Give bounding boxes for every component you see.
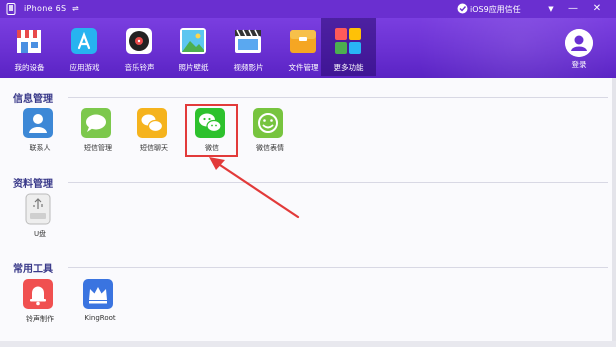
item-label: 短信管理	[84, 144, 112, 152]
sms-icon	[81, 108, 111, 138]
device-icon	[6, 3, 16, 15]
more-icon	[335, 28, 361, 54]
tab-music-ringtones[interactable]: 音乐铃声	[112, 18, 167, 76]
wechat-highlight-box	[185, 104, 238, 157]
tab-label: 应用游戏	[69, 63, 100, 72]
item-contacts[interactable]: 联系人	[12, 107, 68, 167]
section-title-data: 资料管理	[13, 179, 53, 190]
trust-icon	[457, 3, 468, 14]
photo-icon	[180, 28, 206, 54]
tab-apps-games[interactable]: 应用游戏	[57, 18, 112, 76]
item-sms-manage[interactable]: 短信管理	[70, 107, 126, 167]
contacts-icon	[23, 108, 53, 138]
tab-my-device[interactable]: 我的设备	[2, 18, 57, 76]
item-sms-chat[interactable]: 短信聊天	[126, 107, 182, 167]
folder-icon	[290, 30, 316, 53]
tab-videos[interactable]: 视频影片	[221, 18, 276, 76]
app-store-icon	[71, 28, 97, 54]
item-label: 联系人	[29, 144, 51, 152]
login-label: 登录	[571, 60, 587, 69]
main-toolbar: 我的设备 应用游戏 音乐铃声 照片壁纸 视频影片 文件管理 更多功能 登录	[0, 18, 616, 78]
usb-drive-icon	[25, 193, 51, 225]
wechat-emoji-icon	[253, 108, 283, 138]
section-title-tools: 常用工具	[13, 264, 53, 275]
usb-icon: ⇌	[72, 4, 79, 13]
tab-more-features[interactable]: 更多功能	[321, 18, 376, 76]
tab-label: 更多功能	[333, 63, 364, 72]
ringtone-icon	[23, 279, 53, 309]
item-label: U盘	[33, 230, 47, 238]
item-label: 铃声制作	[26, 315, 54, 323]
item-label: KingRoot	[84, 314, 116, 322]
tab-photos-wallpapers[interactable]: 照片壁纸	[166, 18, 221, 76]
item-label: 微信表情	[256, 144, 284, 152]
tab-label: 照片壁纸	[178, 63, 209, 72]
menu-button[interactable]: ▼	[544, 2, 558, 16]
chat-icon	[137, 108, 167, 138]
item-usb-drive[interactable]: U盘	[12, 193, 68, 253]
device-name: iPhone 6S	[24, 4, 67, 13]
section-title-info: 信息管理	[13, 94, 53, 105]
user-icon	[565, 29, 593, 57]
login-button[interactable]: 登录	[557, 26, 601, 76]
minimize-button[interactable]: —	[566, 2, 580, 16]
tab-label: 我的设备	[14, 63, 45, 72]
kingroot-icon	[83, 279, 113, 309]
music-icon	[126, 28, 152, 54]
item-label: 短信聊天	[140, 144, 168, 152]
tab-label: 音乐铃声	[124, 63, 155, 72]
tab-label: 视频影片	[233, 63, 264, 72]
item-wechat-emoji[interactable]: 微信表情	[242, 107, 298, 167]
status-bar	[0, 341, 616, 347]
title-bar: iPhone 6S ⇌ iOS9应用信任 ▼ — ✕	[0, 0, 616, 18]
item-kingroot[interactable]: KingRoot	[72, 278, 128, 338]
video-icon	[235, 29, 261, 53]
item-ringtone-maker[interactable]: 铃声制作	[12, 278, 68, 338]
ios9-trust-link[interactable]: iOS9应用信任	[470, 4, 521, 15]
close-button[interactable]: ✕	[590, 2, 604, 16]
shop-icon	[17, 30, 41, 53]
